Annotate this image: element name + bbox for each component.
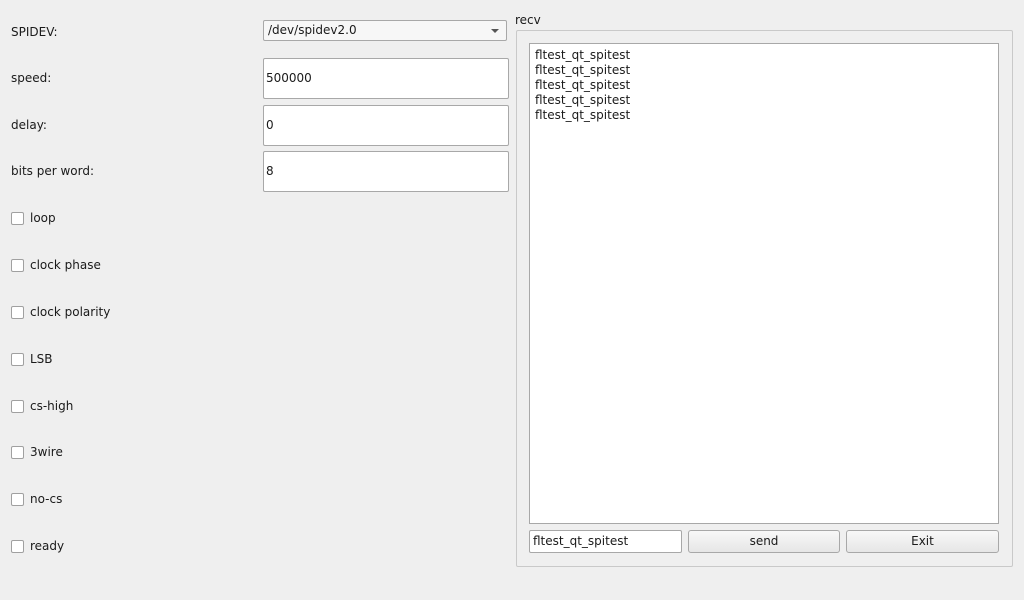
chevron-down-icon[interactable] [491, 29, 499, 33]
delay-label: delay: [11, 118, 47, 132]
loop-label: loop [30, 211, 56, 225]
spidev-combobox-value: /dev/spidev2.0 [268, 23, 357, 37]
clock-phase-checkbox-row[interactable]: clock phase [11, 257, 101, 273]
clock-polarity-checkbox[interactable] [11, 305, 24, 319]
clock-phase-label: clock phase [30, 258, 101, 272]
bits-per-word-input[interactable]: 8 [263, 151, 509, 192]
delay-input[interactable]: 0 [263, 105, 509, 146]
recv-line: fltest_qt_spitest [535, 93, 631, 107]
loop-checkbox-row[interactable]: loop [11, 210, 56, 226]
recv-text-area[interactable]: fltest_qt_spitest fltest_qt_spitest flte… [529, 43, 999, 524]
bits-per-word-label: bits per word: [11, 164, 95, 178]
loop-checkbox[interactable] [11, 211, 24, 225]
cs-high-checkbox[interactable] [11, 399, 24, 413]
lsb-checkbox[interactable] [11, 352, 24, 366]
send-text-input[interactable]: fltest_qt_spitest [529, 530, 682, 553]
clock-polarity-checkbox-row[interactable]: clock polarity [11, 304, 110, 320]
ready-label: ready [30, 539, 65, 553]
3wire-checkbox[interactable] [11, 445, 24, 459]
no-cs-checkbox-row[interactable]: no-cs [11, 491, 62, 507]
3wire-label: 3wire [30, 445, 63, 459]
spi-test-window: SPIDEV: /dev/spidev2.0 speed: 500000 del… [0, 0, 1024, 600]
recv-line: fltest_qt_spitest [535, 78, 631, 92]
3wire-checkbox-row[interactable]: 3wire [11, 444, 63, 460]
no-cs-label: no-cs [30, 492, 63, 506]
spidev-combobox[interactable]: /dev/spidev2.0 [263, 20, 507, 41]
ready-checkbox-row[interactable]: ready [11, 538, 64, 554]
send-button[interactable]: send [688, 530, 840, 553]
speed-input[interactable]: 500000 [263, 58, 509, 99]
spidev-label: SPIDEV: [11, 25, 58, 39]
speed-label: speed: [11, 71, 52, 85]
no-cs-checkbox[interactable] [11, 492, 24, 506]
lsb-checkbox-row[interactable]: LSB [11, 351, 53, 367]
recv-line: fltest_qt_spitest [535, 48, 631, 62]
recv-line: fltest_qt_spitest [535, 108, 631, 122]
cs-high-label: cs-high [30, 399, 74, 413]
clock-phase-checkbox[interactable] [11, 258, 24, 272]
ready-checkbox[interactable] [11, 539, 24, 553]
cs-high-checkbox-row[interactable]: cs-high [11, 398, 73, 414]
clock-polarity-label: clock polarity [30, 305, 111, 319]
recv-line: fltest_qt_spitest [535, 63, 631, 77]
exit-button[interactable]: Exit [846, 530, 999, 553]
recv-group-title: recv [515, 13, 541, 27]
lsb-label: LSB [30, 352, 53, 366]
